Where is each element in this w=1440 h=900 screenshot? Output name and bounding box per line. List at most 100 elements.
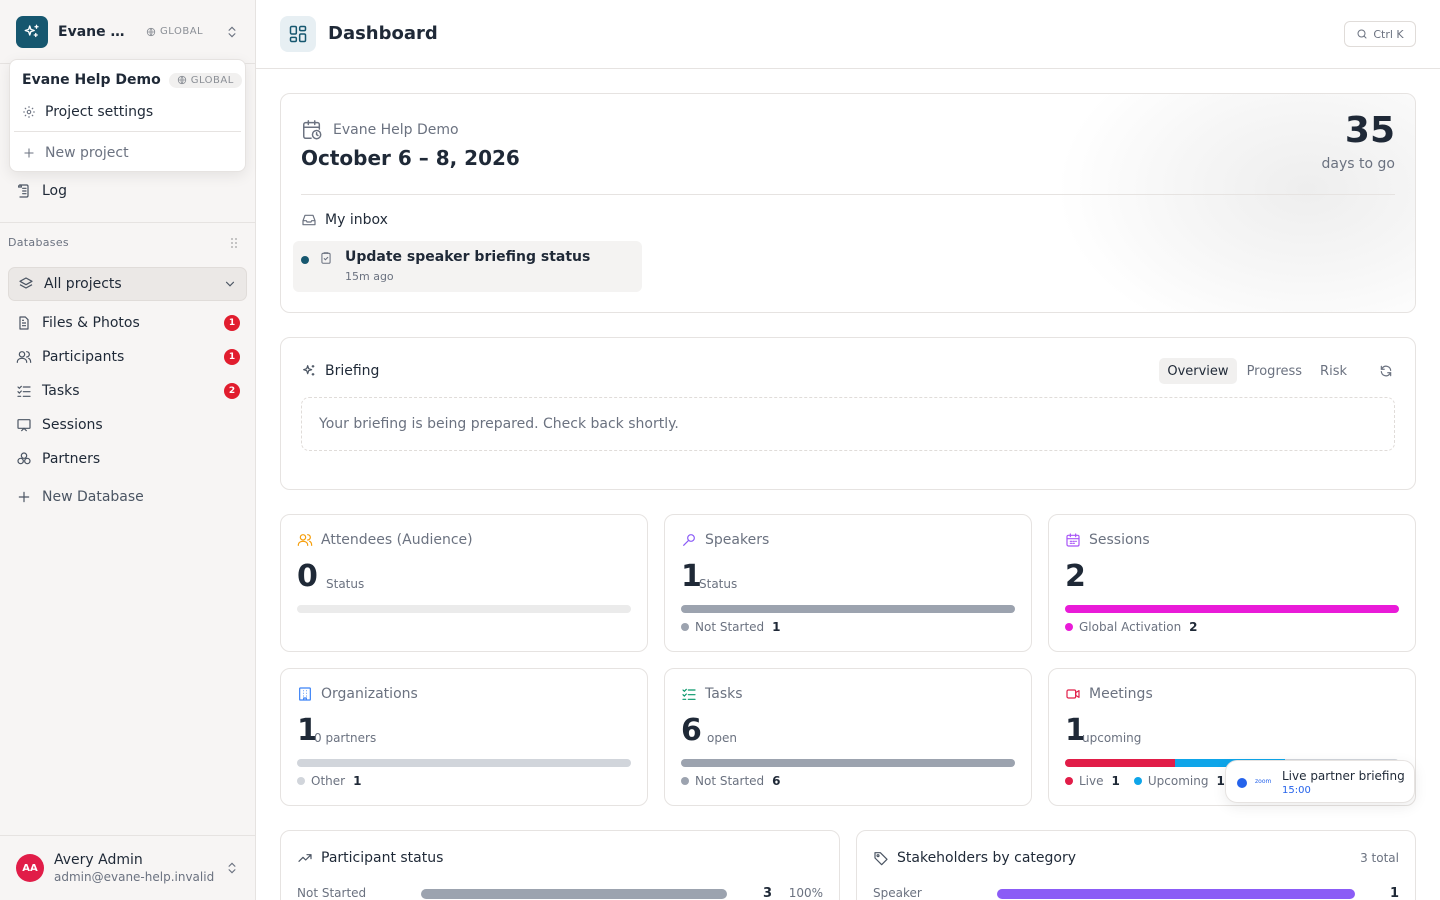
- row-label: Not Started: [297, 886, 367, 900]
- databases-heading: Databases: [8, 236, 69, 249]
- divider: [0, 222, 255, 223]
- chevrons-up-down-icon: [225, 25, 239, 39]
- globe-icon: [146, 27, 156, 36]
- stat-subtitle: open: [707, 731, 737, 745]
- legend-dot: [1133, 777, 1142, 785]
- all-projects-select[interactable]: All projects: [8, 267, 247, 301]
- stat-heading: Meetings: [1065, 686, 1153, 702]
- stat-subtitle: 0 partners: [314, 731, 377, 745]
- legend-value: 6: [772, 774, 781, 788]
- drag-handle-icon[interactable]: [229, 236, 239, 250]
- globe-icon: [177, 75, 186, 85]
- sidebar-item-label: Sessions: [42, 417, 103, 433]
- legend-value: 2: [1189, 620, 1198, 634]
- stat-card-organizations[interactable]: Organizations 1 0 partners Other 1: [280, 668, 648, 806]
- stat-card-tasks[interactable]: Tasks 6 open Not Started 6: [664, 668, 1032, 806]
- event-project-name: Evane Help Demo: [333, 122, 459, 138]
- zoom-logo: zoom: [1255, 778, 1272, 785]
- legend: Other 1: [297, 774, 369, 788]
- clipboard-check-icon: [319, 250, 333, 266]
- workspace-switcher[interactable]: Evane Help Demo GLOBAL: [0, 0, 255, 64]
- row-bar: [421, 889, 727, 899]
- count-badge: 1: [224, 349, 240, 365]
- unread-indicator: [301, 256, 309, 264]
- inbox-item[interactable]: Update speaker briefing status 15m ago: [293, 241, 642, 292]
- progress-bar: [297, 605, 631, 613]
- progress-bar: [681, 605, 1015, 613]
- stat-card-speakers[interactable]: Speakers 1 Status Not Started 1: [664, 514, 1032, 652]
- popover-current-project[interactable]: Evane Help Demo GLOBAL: [22, 69, 242, 91]
- workspace-scope-label: GLOBAL: [160, 26, 204, 37]
- stat-heading: Organizations: [297, 686, 418, 702]
- log-icon: [16, 183, 32, 199]
- search-button[interactable]: Ctrl K: [1344, 21, 1416, 47]
- event-date-range: October 6 – 8, 2026: [301, 146, 520, 170]
- card-title: Participant status: [321, 850, 444, 866]
- sparkles-icon: [301, 363, 317, 379]
- legend: Global Activation 2: [1065, 620, 1206, 634]
- tab-progress[interactable]: Progress: [1239, 358, 1310, 384]
- stat-title: Meetings: [1089, 686, 1153, 702]
- new-project-label: New project: [45, 145, 129, 161]
- tab-risk[interactable]: Risk: [1312, 358, 1355, 384]
- workspace-popover: Evane Help Demo GLOBAL Project settings …: [9, 59, 246, 172]
- days-to-go-count: 35: [1344, 110, 1395, 151]
- file-icon: [16, 315, 32, 331]
- plus-icon: [16, 489, 32, 505]
- sidebar-item-log[interactable]: Log: [16, 179, 240, 203]
- progress-bar: [681, 759, 1015, 767]
- stat-card-attendees[interactable]: Attendees (Audience) 0 Status: [280, 514, 648, 652]
- days-to-go-label: days to go: [1321, 156, 1395, 172]
- progress-bar: [1065, 605, 1399, 613]
- progress-segment: [681, 759, 1015, 767]
- category-row: Speaker 1: [873, 886, 1399, 900]
- legend-value: 1: [353, 774, 362, 788]
- sidebar-item-sessions[interactable]: Sessions: [16, 413, 240, 437]
- chevrons-up-down-icon: [225, 861, 239, 875]
- briefing-title: Briefing: [325, 363, 380, 379]
- live-meeting-toast[interactable]: zoom Live partner briefing 15:00: [1225, 760, 1415, 803]
- legend-dot: [681, 623, 689, 631]
- sidebar-item-tasks[interactable]: Tasks 2: [16, 379, 240, 403]
- event-project: Evane Help Demo: [301, 119, 459, 141]
- sidebar-item-participants[interactable]: Participants 1: [16, 345, 240, 369]
- avatar: AA: [16, 854, 44, 882]
- partners-icon: [16, 451, 32, 467]
- new-project-item[interactable]: New project: [22, 141, 129, 165]
- inbox-icon: [301, 212, 317, 228]
- user-menu[interactable]: AA Avery Admin admin@evane-help.invalid: [0, 835, 255, 900]
- refresh-icon[interactable]: [1379, 364, 1393, 378]
- tab-overview[interactable]: Overview: [1159, 358, 1237, 384]
- progress-bar: [297, 759, 631, 767]
- sidebar-item-files-photos[interactable]: Files & Photos 1: [16, 311, 240, 335]
- scope-badge-label: GLOBAL: [190, 74, 234, 86]
- legend-dot: [1065, 777, 1073, 785]
- gear-icon: [22, 105, 36, 119]
- card-heading: Participant status: [297, 850, 443, 866]
- live-indicator: [1237, 778, 1247, 788]
- sidebar-item-partners[interactable]: Partners: [16, 447, 240, 471]
- search-shortcut: Ctrl K: [1373, 27, 1404, 41]
- stat-count: 2: [1065, 559, 1086, 594]
- participant-status-card: Participant status Not Started 3 100%: [280, 830, 840, 900]
- project-settings-item[interactable]: Project settings: [22, 100, 153, 124]
- all-projects-label: All projects: [44, 276, 122, 292]
- progress-segment: [1065, 605, 1399, 613]
- plus-icon: [22, 146, 36, 160]
- workspace-logo-icon: [16, 15, 48, 48]
- sidebar-item-label: Files & Photos: [42, 315, 140, 331]
- stat-subtitle: Status: [326, 577, 365, 591]
- new-database-label: New Database: [42, 489, 144, 505]
- inbox-title: My inbox: [325, 212, 388, 228]
- progress-segment: [681, 605, 1015, 613]
- card-total: 3 total: [1360, 851, 1399, 865]
- row-bar: [997, 889, 1355, 899]
- workspace-scope: GLOBAL: [146, 26, 203, 37]
- stat-card-sessions[interactable]: Sessions 2 Global Activation 2: [1048, 514, 1416, 652]
- progress-segment: [297, 759, 631, 767]
- card-title: Stakeholders by category: [897, 850, 1076, 866]
- stat-title: Attendees (Audience): [321, 532, 473, 548]
- new-database-button[interactable]: New Database: [16, 485, 240, 509]
- toast-title: Live partner briefing: [1282, 769, 1405, 783]
- top-bar: Dashboard Ctrl K: [256, 0, 1440, 69]
